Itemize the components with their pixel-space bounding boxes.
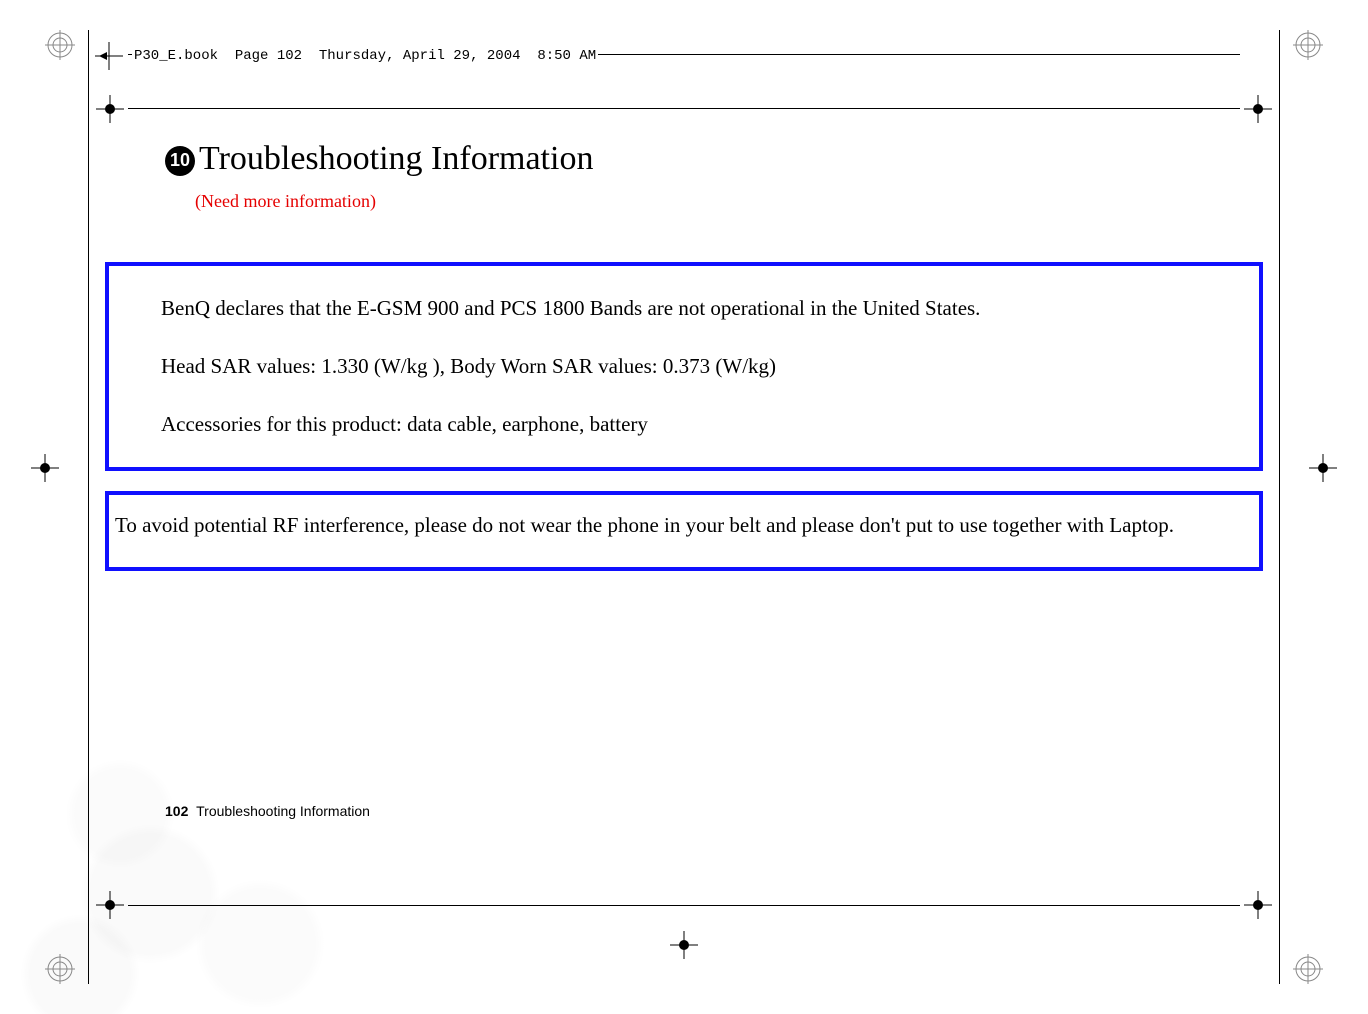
footer-section: Troubleshooting Information [196,803,370,819]
header-page: Page 102 [235,48,302,64]
registration-mark-icon [45,30,75,60]
frame-line [128,905,1240,906]
registration-mark-icon [45,954,75,984]
header-date: Thursday, April 29, 2004 [319,48,521,64]
page-header: P30_E.book Page 102 Thursday, April 29, … [132,48,598,64]
frame-line [128,108,1240,109]
header-file: P30_E.book [134,48,218,64]
crop-mark-icon [1244,891,1272,919]
crop-mark-icon [96,95,124,123]
crop-mark-icon [31,454,59,482]
registration-mark-icon [1293,954,1323,984]
chapter-number-badge: 10 [165,146,195,176]
crop-mark-icon [96,891,124,919]
header-time: 8:50 AM [537,48,596,64]
page-footer: 102 Troubleshooting Information [165,803,370,819]
crop-mark-icon [1309,454,1337,482]
info-box-2: To avoid potential RF interference, plea… [105,491,1263,571]
chapter-title: 10 Troubleshooting Information [165,140,1203,179]
info-box-1-paragraph: BenQ declares that the E-GSM 900 and PCS… [161,294,1207,322]
editorial-note: (Need more information) [195,191,1203,212]
footer-page-number: 102 [165,803,188,819]
info-box-2-paragraph: To avoid potential RF interference, plea… [115,511,1253,539]
page-content: 10 Troubleshooting Information (Need mor… [165,140,1203,591]
crop-mark-icon [1244,95,1272,123]
frame-line [1279,30,1280,984]
frame-line [88,30,89,984]
info-box-1-paragraph: Head SAR values: 1.330 (W/kg ), Body Wor… [161,352,1207,380]
arrow-mark-icon [95,42,123,70]
info-box-1: BenQ declares that the E-GSM 900 and PCS… [105,262,1263,471]
chapter-title-text: Troubleshooting Information [199,140,593,178]
crop-mark-icon [670,931,698,959]
info-box-1-paragraph: Accessories for this product: data cable… [161,410,1207,438]
registration-mark-icon [1293,30,1323,60]
